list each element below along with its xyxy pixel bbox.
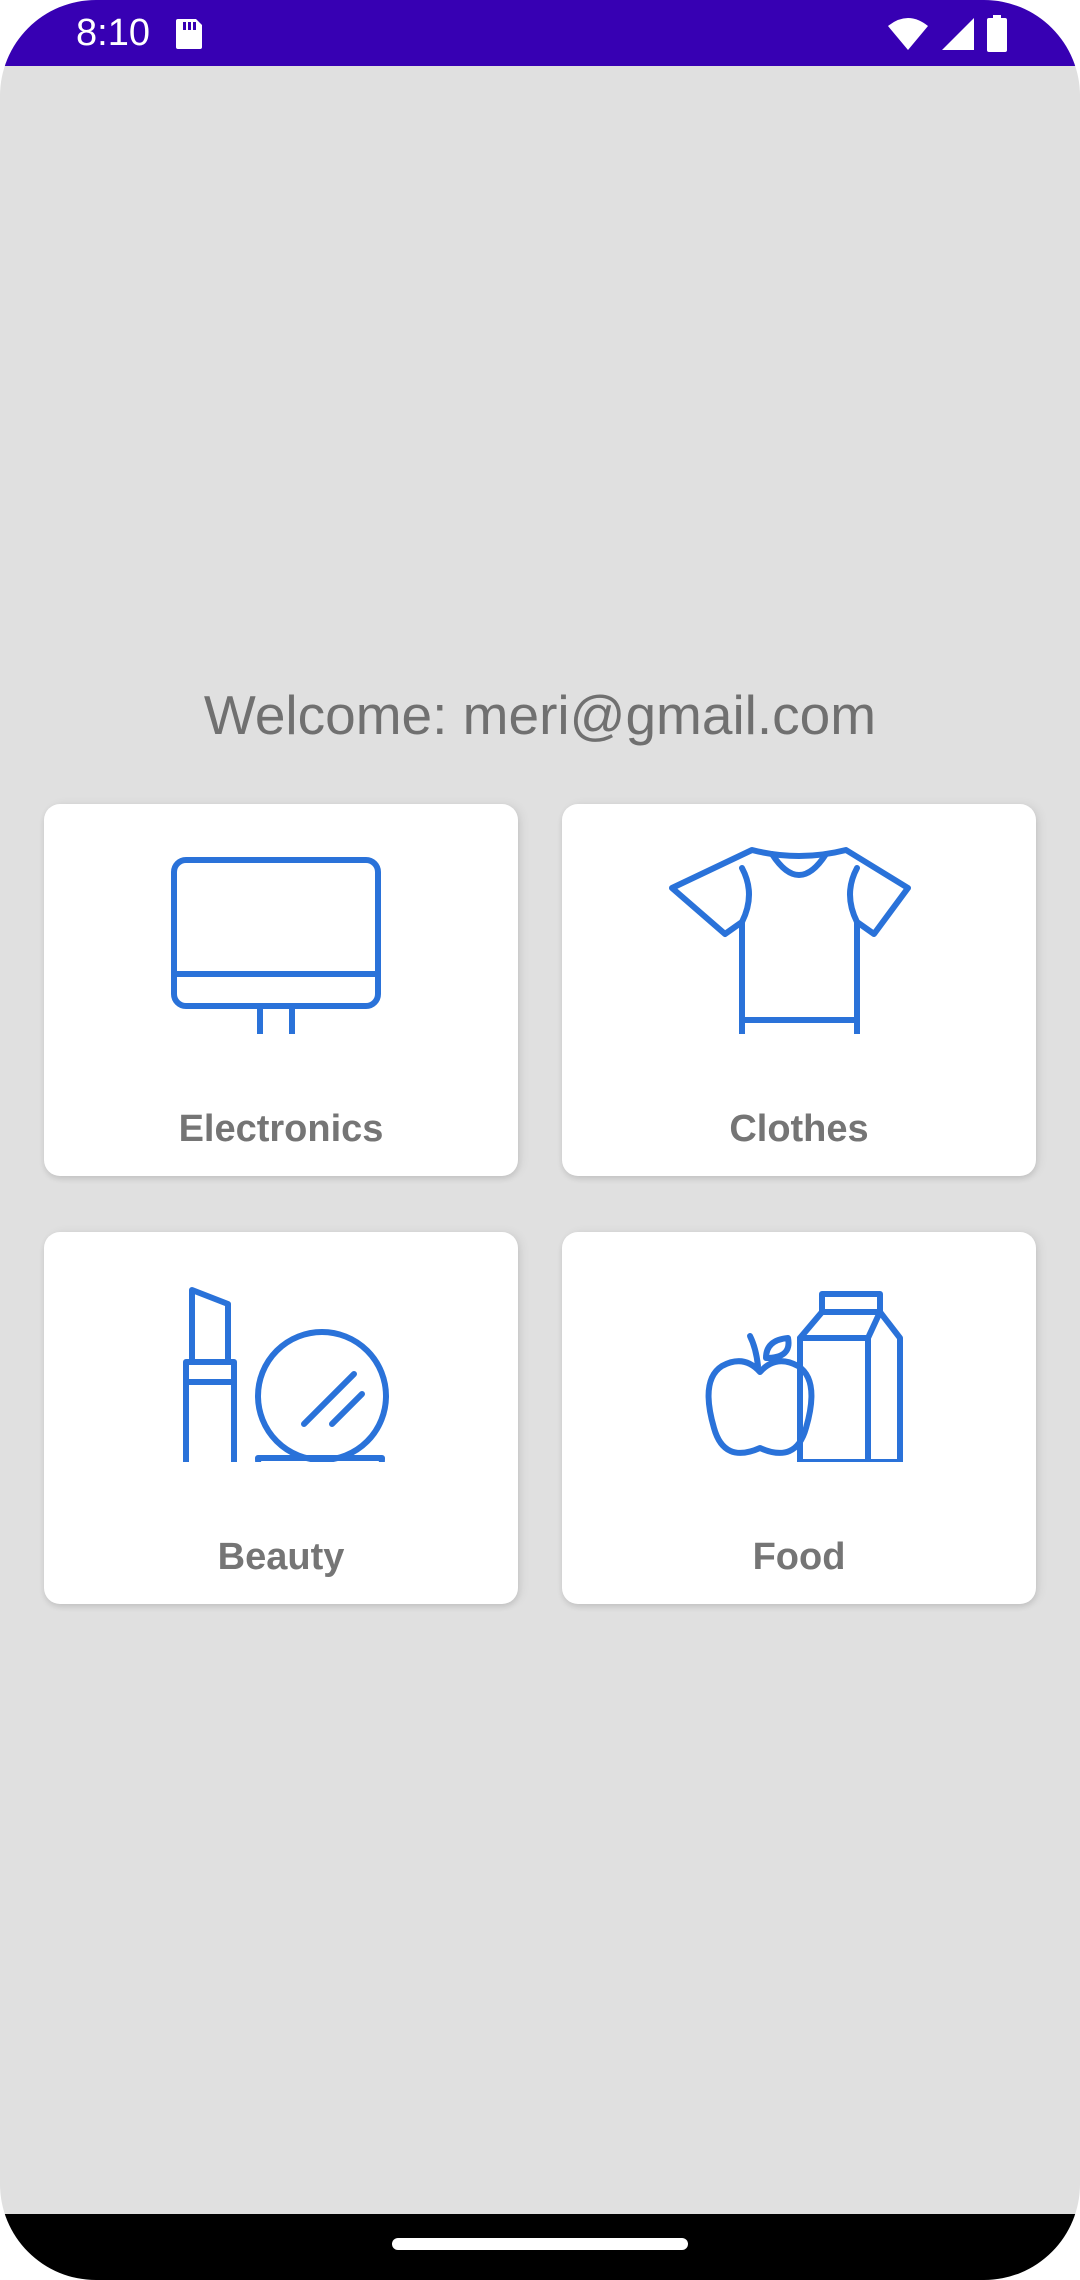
status-bar: 8:10 <box>0 0 1080 66</box>
category-label-beauty: Beauty <box>217 1536 345 1578</box>
category-label-clothes: Clothes <box>729 1108 869 1150</box>
category-card-clothes[interactable]: Clothes <box>562 804 1036 1176</box>
category-card-food[interactable]: Food <box>562 1232 1036 1604</box>
category-label-electronics: Electronics <box>178 1108 384 1150</box>
category-card-electronics[interactable]: Electronics <box>44 804 518 1176</box>
category-card-beauty[interactable]: Beauty <box>44 1232 518 1604</box>
status-time: 8:10 <box>76 12 150 54</box>
signal-icon <box>942 18 974 50</box>
category-label-food: Food <box>752 1536 846 1578</box>
sd-card-icon <box>176 19 202 49</box>
wifi-icon <box>888 18 928 50</box>
home-gesture-handle[interactable] <box>392 2238 688 2250</box>
welcome-text: Welcome: meri@gmail.com <box>203 684 877 746</box>
app-screen: 8:10 Welcome: meri@gmail.com Electronics… <box>0 0 1080 2280</box>
lipstick-mirror-icon <box>183 1287 389 1462</box>
battery-icon <box>987 15 1007 52</box>
monitor-icon <box>171 857 381 1034</box>
tshirt-icon <box>669 847 911 1034</box>
status-icons <box>886 14 1008 54</box>
apple-milk-icon <box>705 1291 903 1462</box>
